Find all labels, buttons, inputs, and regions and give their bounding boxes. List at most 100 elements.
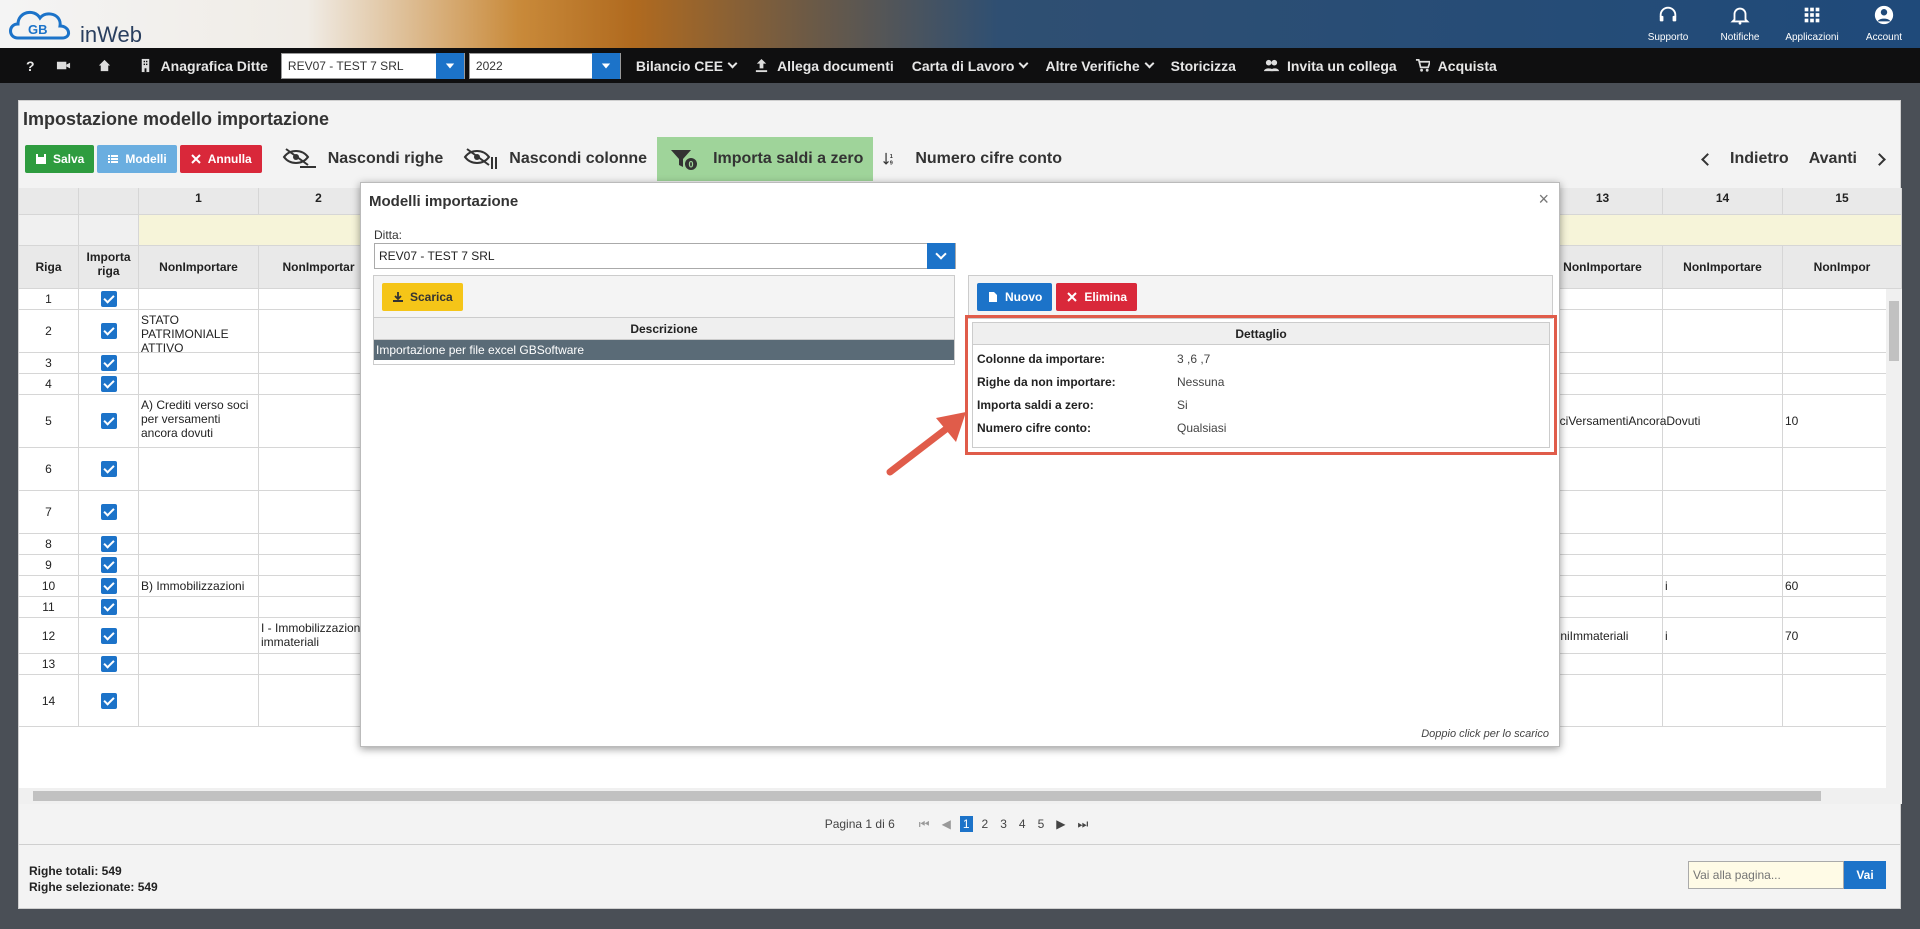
import-row-checkbox[interactable] xyxy=(100,578,117,594)
sort-numeric-icon: 19 xyxy=(883,152,893,167)
video-button[interactable] xyxy=(47,48,88,83)
detail-pane: Nuovo Elimina xyxy=(968,275,1553,319)
cancel-button[interactable]: Annulla xyxy=(179,145,262,173)
scrollbar-thumb[interactable] xyxy=(33,791,1821,801)
table-cell xyxy=(1543,597,1663,617)
save-button[interactable]: Salva xyxy=(25,145,95,173)
delete-button[interactable]: Elimina xyxy=(1056,282,1138,311)
table-cell xyxy=(79,374,139,394)
header-col-14[interactable]: NonImportare xyxy=(1663,246,1783,288)
table-cell: 5 xyxy=(19,395,79,447)
chevron-down-icon[interactable] xyxy=(927,243,955,269)
page-3[interactable]: 3 xyxy=(997,816,1010,832)
year-select[interactable]: 2022 xyxy=(468,52,621,79)
help-button[interactable]: ? xyxy=(0,48,47,83)
import-row-checkbox[interactable] xyxy=(100,291,117,307)
cart-icon xyxy=(1415,59,1430,72)
detail-toolbar: Nuovo Elimina xyxy=(969,276,1552,318)
download-button[interactable]: Scarica xyxy=(382,282,463,311)
grid-icon xyxy=(1804,7,1820,23)
import-row-checkbox[interactable] xyxy=(100,692,117,709)
support-button[interactable]: Supporto xyxy=(1632,0,1704,48)
next-page-icon[interactable]: ▶ xyxy=(1053,816,1068,832)
notifications-button[interactable]: Notifiche xyxy=(1704,0,1776,48)
toolbar: Salva Modelli Annulla Nascondi righe Nas… xyxy=(19,137,1900,181)
table-cell xyxy=(1663,597,1783,617)
altre-menu[interactable]: Altre Verifiche xyxy=(1036,48,1161,83)
back-button[interactable]: Indietro xyxy=(1693,150,1799,168)
page-1[interactable]: 1 xyxy=(959,816,973,832)
vertical-scrollbar[interactable] xyxy=(1886,289,1902,788)
table-cell xyxy=(1783,491,1902,533)
last-page-icon[interactable]: ⏭ xyxy=(1074,816,1091,833)
home-button[interactable] xyxy=(88,48,129,83)
chevron-down-icon[interactable] xyxy=(435,52,464,79)
close-icon[interactable]: × xyxy=(1538,189,1549,210)
account-button[interactable]: Account xyxy=(1848,0,1920,48)
scrollbar-thumb[interactable] xyxy=(1889,301,1899,361)
bell-icon xyxy=(1730,7,1750,25)
import-row-checkbox[interactable] xyxy=(100,557,117,573)
goto-page-button[interactable]: Vai xyxy=(1844,861,1886,889)
modal-ditta-select[interactable]: REV07 - TEST 7 SRL xyxy=(374,243,956,269)
import-row-checkbox[interactable] xyxy=(100,599,117,615)
table-cell xyxy=(1783,675,1902,726)
detail-key: Numero cifre conto: xyxy=(977,420,1092,435)
header-col-1[interactable]: NonImportare xyxy=(139,246,259,288)
hide-rows-button[interactable]: Nascondi righe xyxy=(272,137,454,181)
import-row-checkbox[interactable] xyxy=(100,413,117,429)
anagrafica-menu[interactable]: Anagrafica Ditte xyxy=(129,48,277,83)
import-row-checkbox[interactable] xyxy=(100,323,117,339)
col-number-13: 13 xyxy=(1543,188,1663,214)
header-col-15[interactable]: NonImpor xyxy=(1783,246,1902,288)
storicizza-menu[interactable]: Storicizza xyxy=(1162,48,1245,83)
acquista-menu[interactable]: Acquista xyxy=(1406,48,1506,83)
carta-menu[interactable]: Carta di Lavoro xyxy=(903,48,1037,83)
page-5[interactable]: 5 xyxy=(1035,816,1048,832)
header-col-13[interactable]: NonImportare xyxy=(1543,246,1663,288)
svg-text:1: 1 xyxy=(890,154,893,160)
ditta-label: Ditta: xyxy=(374,228,403,242)
chevron-down-icon[interactable] xyxy=(591,52,620,79)
first-page-icon[interactable]: ⏮ xyxy=(916,816,933,833)
page-4[interactable]: 4 xyxy=(1016,816,1029,832)
eye-slash-rows-icon xyxy=(282,148,316,168)
hide-columns-button[interactable]: Nascondi colonne xyxy=(453,137,657,181)
models-button[interactable]: Modelli xyxy=(97,145,177,173)
goto-page-input[interactable] xyxy=(1688,861,1844,889)
import-row-checkbox[interactable] xyxy=(100,376,117,392)
svg-text:0: 0 xyxy=(689,160,694,170)
import-row-checkbox[interactable] xyxy=(100,536,117,552)
account-label: Account xyxy=(1865,32,1903,43)
page-2[interactable]: 2 xyxy=(979,816,992,832)
import-row-checkbox[interactable] xyxy=(100,627,117,644)
allega-menu[interactable]: Allega documenti xyxy=(745,48,903,83)
chevron-right-icon xyxy=(1873,152,1886,166)
apps-button[interactable]: Applicazioni xyxy=(1776,0,1848,48)
import-row-checkbox[interactable] xyxy=(100,461,117,477)
table-cell xyxy=(139,555,259,575)
account-digits-label: Numero cifre conto xyxy=(915,150,1063,167)
filter-zero-icon: 0 xyxy=(671,150,698,170)
invita-menu[interactable]: Invita un collega xyxy=(1255,48,1406,83)
import-row-checkbox[interactable] xyxy=(100,504,117,520)
prev-page-icon[interactable]: ◀ xyxy=(939,816,954,832)
next-button[interactable]: Avanti xyxy=(1799,150,1894,168)
new-button[interactable]: Nuovo xyxy=(977,282,1053,311)
import-zero-balances-label: Importa saldi a zero xyxy=(713,150,864,167)
altre-label: Altre Verifiche xyxy=(1045,57,1140,74)
close-icon xyxy=(190,154,201,164)
table-cell xyxy=(139,374,259,394)
import-row-checkbox[interactable] xyxy=(100,656,117,672)
app-logo[interactable]: GB inWeb xyxy=(6,4,146,47)
import-zero-balances-button[interactable]: 0 Importa saldi a zero xyxy=(657,137,874,181)
ditta-select[interactable]: REV07 - TEST 7 SRL xyxy=(280,52,465,79)
import-row-checkbox[interactable] xyxy=(100,355,117,371)
table-cell xyxy=(1663,675,1783,726)
horizontal-scrollbar[interactable] xyxy=(19,788,1902,804)
table-cell: 8 xyxy=(19,534,79,554)
account-digits-button[interactable]: 19 Numero cifre conto xyxy=(873,137,1072,181)
col-number-14: 14 xyxy=(1663,188,1783,214)
model-list-item[interactable]: Importazione per file excel GBSoftware xyxy=(374,340,954,360)
bilancio-menu[interactable]: Bilancio CEE xyxy=(627,48,745,83)
